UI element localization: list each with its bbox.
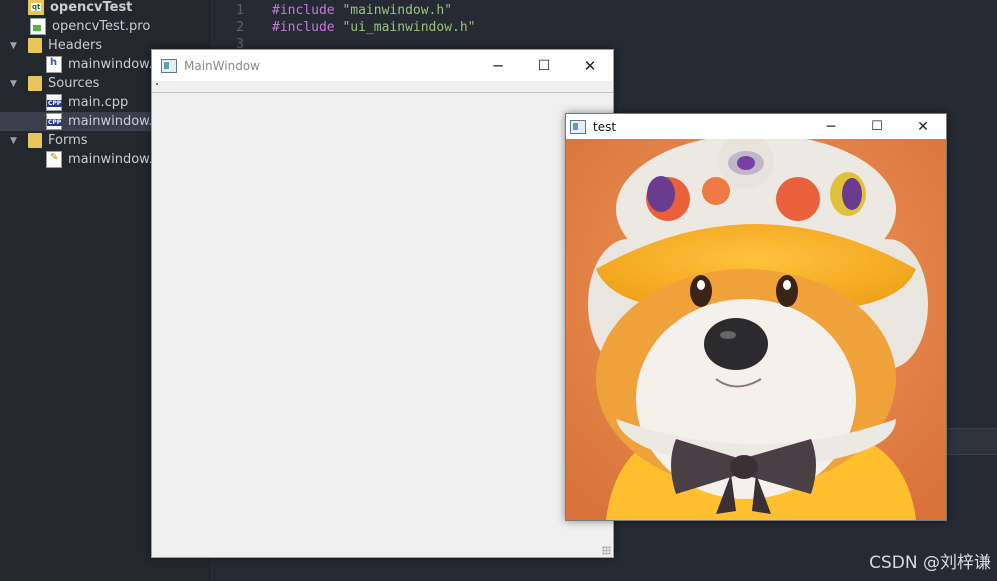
keyword: #include [272,20,335,35]
folder-file-icon [28,133,42,148]
folder-file-icon [28,76,42,91]
tree-item[interactable]: ▼ Sources [10,74,99,93]
tree-item-label: main.cpp [68,95,129,110]
maximize-icon[interactable]: ☐ [854,114,900,139]
tree-item-label: Headers [48,38,103,53]
cpp-file-icon: CPP [46,113,63,130]
tree-item-label: Sources [48,76,100,91]
menu-bar[interactable] [152,81,613,93]
tree-item[interactable]: qt opencvTest [10,0,132,17]
code-line: 1 #include "mainwindow.h" [210,3,452,20]
tree-item-label: opencvTest.pro [52,19,151,34]
line-number: 2 [236,20,244,35]
displayed-image [566,139,946,520]
window-title: test [593,119,617,134]
test-window[interactable]: test ─ ☐ ✕ [565,113,947,521]
maximize-icon[interactable]: ☐ [521,50,567,81]
code-line: 2 #include "ui_mainwindow.h" [210,20,476,37]
mainwindow-window[interactable]: MainWindow ─ ☐ ✕ [151,49,614,558]
watermark: CSDN @刘梓谦 [869,553,991,573]
folder-file-icon [28,38,42,53]
size-grip-icon[interactable] [602,546,611,555]
tree-item[interactable]: ▼ Forms [10,131,88,150]
tree-item[interactable]: h mainwindow.h [46,55,161,74]
window-title: MainWindow [184,58,260,73]
pro-file-icon [30,18,46,35]
corgi-lion-dance-image [566,139,946,520]
tree-item[interactable]: ✎ mainwindow.ui [46,150,165,169]
project-file-icon: qt [28,0,44,15]
tree-item[interactable]: ▼ Headers [10,36,102,55]
minimize-icon[interactable]: ─ [475,50,521,81]
keyword: #include [272,3,335,18]
tree-item-label: mainwindow.h [68,57,161,72]
expand-arrow-icon[interactable]: ▼ [10,41,22,51]
app-window-icon [570,119,586,134]
cpp-file-icon: CPP [46,94,63,111]
close-icon[interactable]: ✕ [567,50,613,81]
tree-item[interactable]: opencvTest.pro [30,17,150,36]
header-file-icon: h [46,56,62,73]
include-string: "ui_mainwindow.h" [342,20,476,35]
menu-bar-handle [156,83,158,85]
tree-item-label: opencvTest [50,0,133,15]
expand-arrow-icon[interactable]: ▼ [10,79,22,89]
mainwindow-titlebar[interactable]: MainWindow ─ ☐ ✕ [152,50,613,81]
include-string: "mainwindow.h" [342,3,453,18]
tree-item[interactable]: CPP main.cpp [46,93,128,112]
app-window-icon [161,58,177,73]
line-number: 1 [236,3,244,18]
test-titlebar[interactable]: test ─ ☐ ✕ [566,114,946,139]
close-icon[interactable]: ✕ [900,114,946,139]
ui-file-icon: ✎ [46,151,62,168]
tree-item-label: Forms [48,133,88,148]
minimize-icon[interactable]: ─ [808,114,854,139]
expand-arrow-icon[interactable]: ▼ [10,136,22,146]
